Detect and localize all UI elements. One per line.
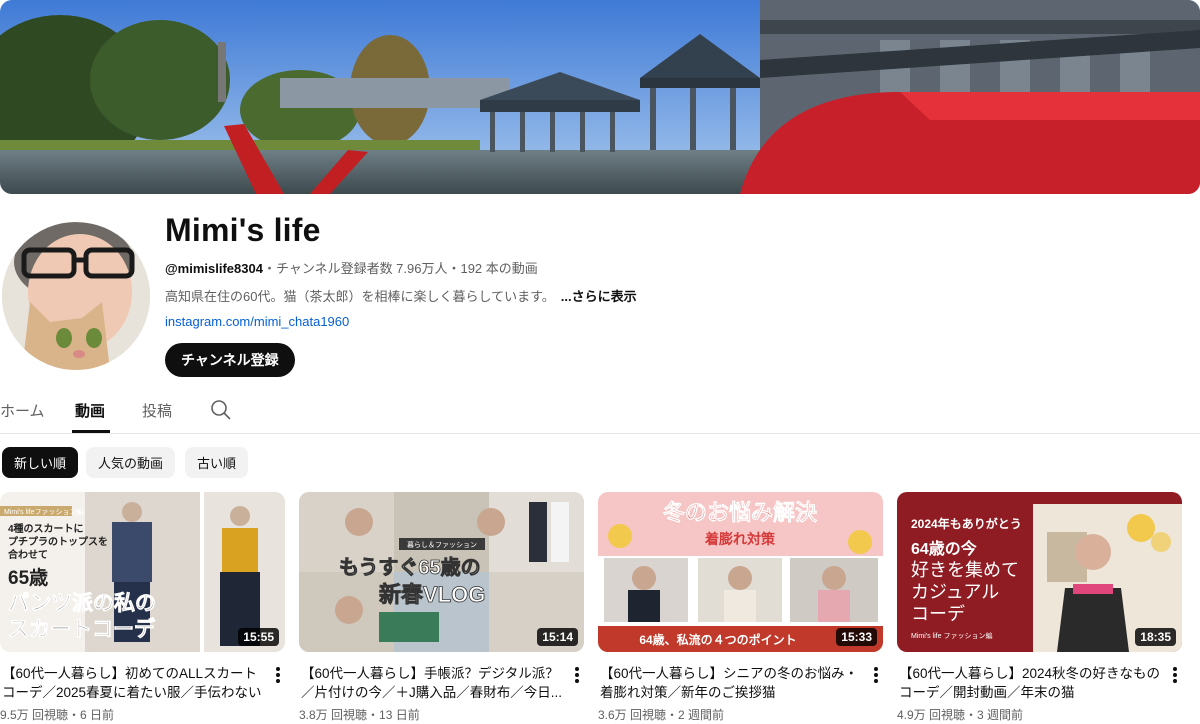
sort-chip-newest[interactable]: 新しい順 [2, 447, 79, 478]
tab-home[interactable]: ホーム [0, 400, 45, 421]
thumb-text: 冬のお悩み解決 [663, 500, 818, 525]
thumb-text: 好きを集めて [911, 560, 1019, 580]
more-options-icon[interactable] [272, 666, 284, 684]
thumb-text: 着膨れ対策 [704, 531, 776, 547]
thumb-text: 65歳 [8, 567, 48, 589]
video-title[interactable]: 【60代一人暮らし】シニアの冬のお悩み・着膨れ対策／新年のご挨拶猫 [600, 664, 862, 702]
video-card: 暮らし＆ファッション もうすぐ65歳の 新春VLOG 15:14 【60代一人暮… [299, 492, 584, 722]
thumb-text: 新春VLOG [379, 582, 485, 607]
thumb-text: もうすぐ65歳の [339, 555, 481, 579]
more-options-icon[interactable] [571, 666, 583, 684]
channel-external-link[interactable]: instagram.com/mimi_chata1960 [165, 314, 349, 329]
channel-stats: ・チャンネル登録者数 7.96万人・192 本の動画 [262, 261, 538, 276]
channel-description-text: 高知県在住の60代。猫（茶太郎）を相棒に楽しく暮らしています。 [165, 289, 555, 304]
channel-name: Mimi's life [165, 212, 321, 248]
tab-videos[interactable]: 動画 [75, 400, 105, 421]
thumb-text: Mimi's life ファッション編 [911, 631, 992, 640]
thumb-text: パンツ派の私の [8, 592, 156, 615]
tab-posts[interactable]: 投稿 [142, 400, 172, 421]
video-thumbnail[interactable]: 暮らし＆ファッション もうすぐ65歳の 新春VLOG 15:14 [299, 492, 584, 652]
thumb-text: スカートコーデ [8, 617, 156, 641]
video-thumbnail[interactable]: 2024年もありがとう 64歳の今 好きを集めて カジュアル コーデ Mimi'… [897, 492, 1182, 652]
active-tab-indicator [72, 430, 110, 433]
video-duration: 18:35 [1135, 628, 1176, 646]
thumb-text: 2024年もありがとう [911, 516, 1022, 531]
video-card: 冬のお悩み解決 着膨れ対策 64歳、私流の４つのポイント 15:33 【60代一… [598, 492, 883, 722]
thumb-text: 合わせて [7, 548, 48, 561]
channel-handle: @mimislife8304 [165, 261, 263, 276]
thumb-text: コーデ [911, 604, 965, 624]
channel-banner [0, 0, 1200, 194]
video-title[interactable]: 【60代一人暮らし】初めてのALLスカートコーデ／2025春夏に着たい服／手伝わ… [2, 664, 264, 702]
video-card: Mimi's lifeファッション編 4種のスカートに プチプラのトップスを 合… [0, 492, 285, 722]
video-duration: 15:55 [238, 628, 279, 646]
sort-chip-oldest[interactable]: 古い順 [185, 447, 249, 478]
video-card: 2024年もありがとう 64歳の今 好きを集めて カジュアル コーデ Mimi'… [897, 492, 1182, 722]
video-meta: 4.9万 回視聴・3 週間前 [897, 708, 1024, 722]
subscribe-button[interactable]: チャンネル登録 [165, 343, 295, 377]
video-meta: 9.5万 回視聴・6 日前 [0, 708, 115, 722]
thumb-text: 4種のスカートに [8, 522, 84, 535]
thumb-text: 暮らし＆ファッション [407, 540, 477, 549]
channel-meta: @mimislife8304・チャンネル登録者数 7.96万人・192 本の動画 [165, 258, 538, 277]
more-options-icon[interactable] [1169, 666, 1181, 684]
video-duration: 15:33 [836, 628, 877, 646]
video-meta: 3.6万 回視聴・2 週間前 [598, 708, 725, 722]
video-thumbnail[interactable]: Mimi's lifeファッション編 4種のスカートに プチプラのトップスを 合… [0, 492, 285, 652]
video-duration: 15:14 [537, 628, 578, 646]
channel-description: 高知県在住の60代。猫（茶太郎）を相棒に楽しく暮らしています。 ...さらに表示 [165, 286, 637, 305]
channel-tabs: ホーム 動画 投稿 [0, 386, 1200, 434]
thumb-text: プチプラのトップスを [8, 535, 108, 548]
show-more-link[interactable]: ...さらに表示 [561, 289, 637, 304]
thumb-text: カジュアル [911, 582, 999, 602]
video-thumbnail[interactable]: 冬のお悩み解決 着膨れ対策 64歳、私流の４つのポイント 15:33 [598, 492, 883, 652]
video-title[interactable]: 【60代一人暮らし】手帳派？デジタル派？／片付けの今／＋J購入品／春財布／今日.… [301, 664, 563, 702]
video-title[interactable]: 【60代一人暮らし】2024秋冬の好きなものコーデ／開封動画／年末の猫 [899, 664, 1161, 702]
channel-avatar[interactable] [2, 222, 150, 370]
thumb-text: Mimi's lifeファッション編 [4, 507, 84, 516]
sort-chip-popular[interactable]: 人気の動画 [86, 447, 176, 478]
more-options-icon[interactable] [870, 666, 882, 684]
search-icon[interactable] [210, 399, 232, 421]
thumb-text: 64歳、私流の４つのポイント [639, 632, 796, 647]
video-meta: 3.8万 回視聴・13 日前 [299, 708, 420, 722]
thumb-text: 64歳の今 [911, 539, 977, 558]
